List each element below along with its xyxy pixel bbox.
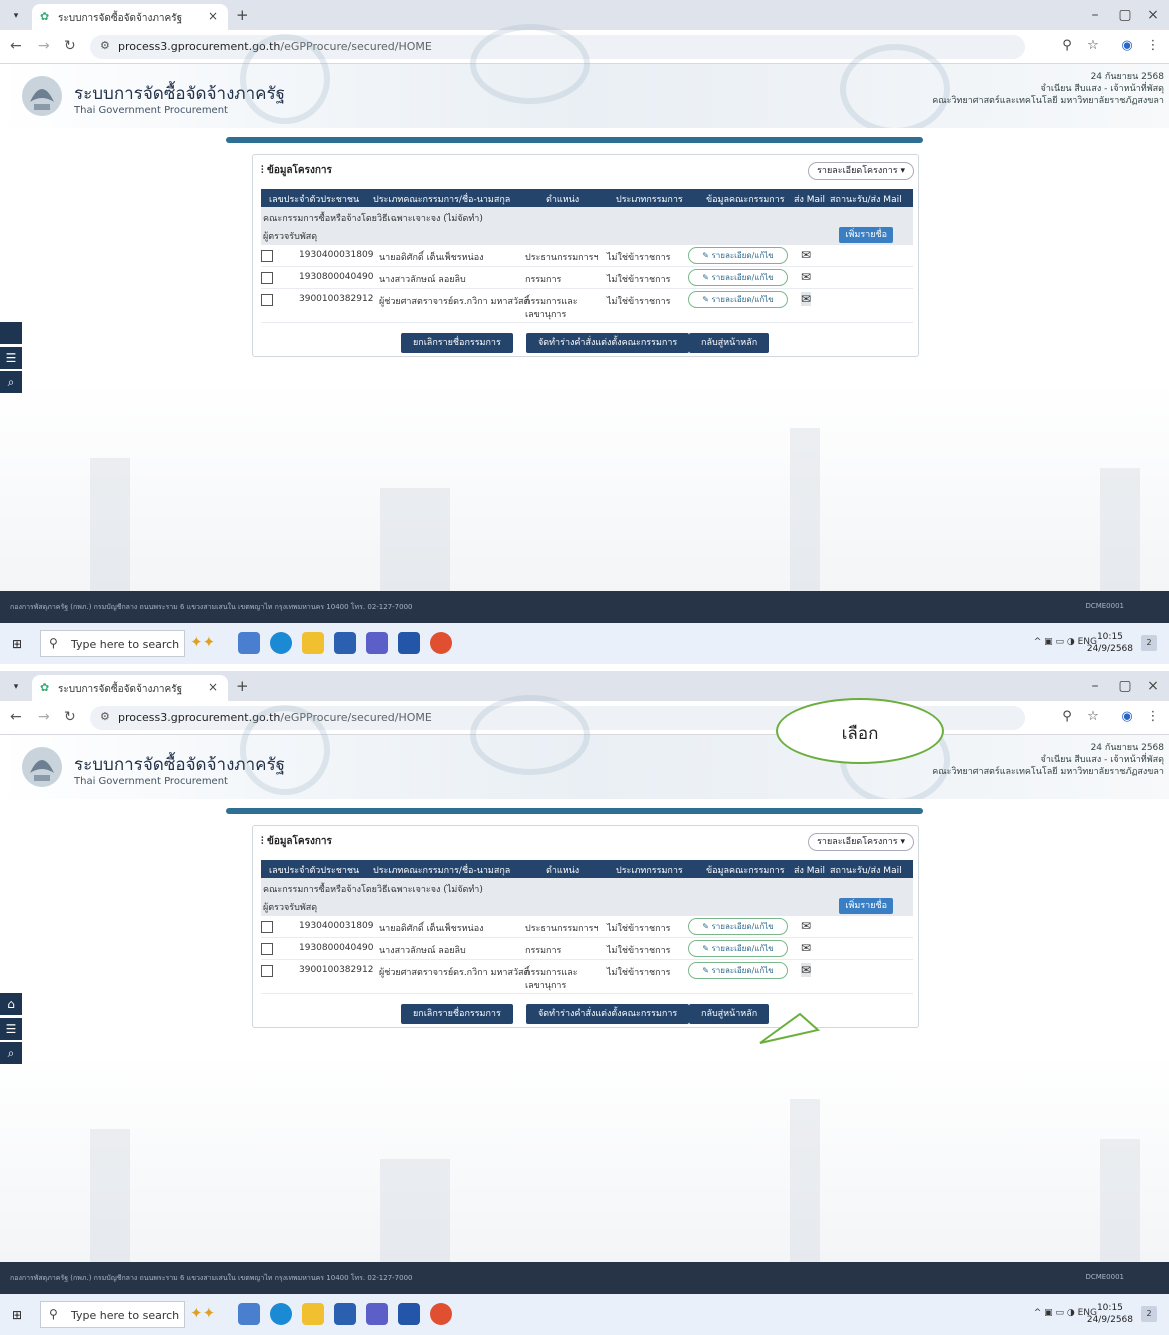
callout-bubble: เลือก	[776, 698, 944, 764]
callout-pointer	[759, 1012, 821, 1044]
callout-text: เลือก	[841, 724, 879, 744]
